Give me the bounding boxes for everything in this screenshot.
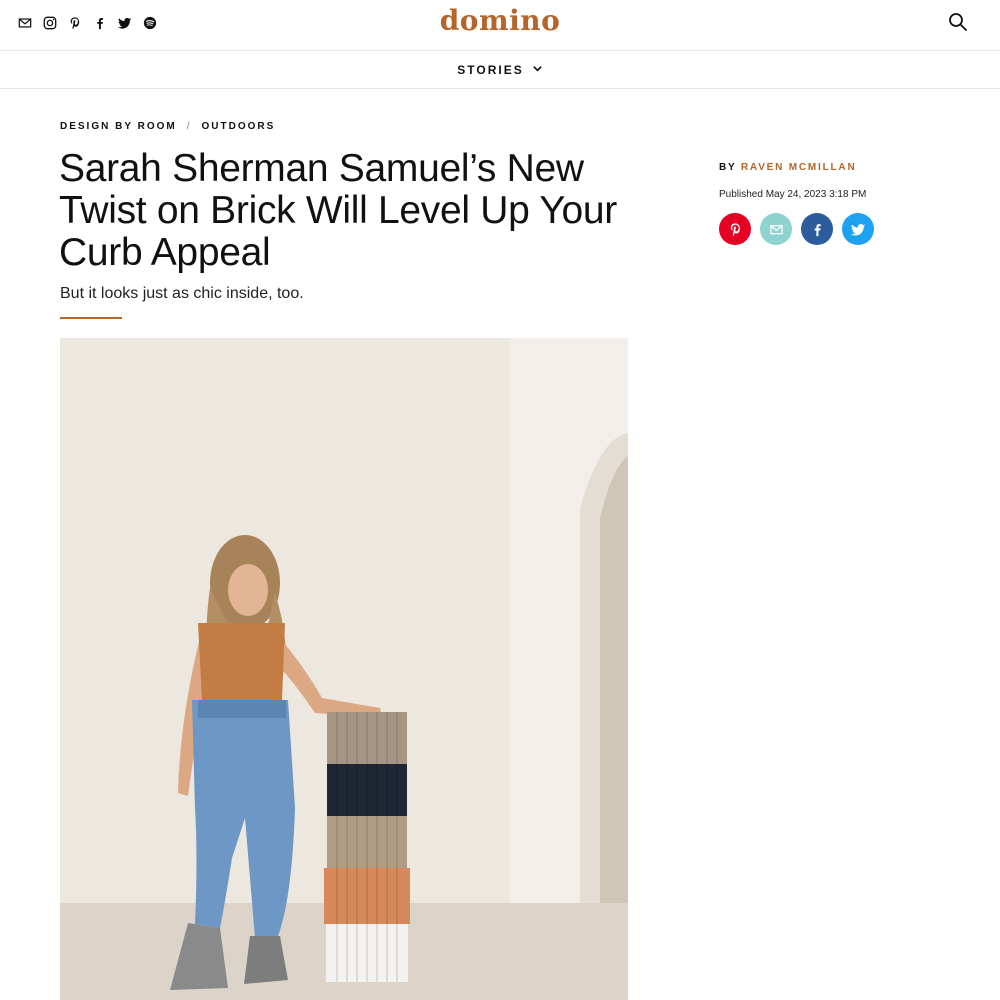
share-twitter-button[interactable]: [842, 213, 874, 245]
byline-prefix: BY: [719, 162, 737, 173]
chevron-down-icon: [532, 63, 543, 77]
share-facebook-button[interactable]: [801, 213, 833, 245]
article-subtitle: But it looks just as chic inside, too.: [60, 285, 304, 302]
pinterest-icon: [730, 222, 740, 236]
title-divider: [60, 317, 122, 319]
article-title: Sarah Sherman Samuel’s New Twist on Bric…: [59, 147, 617, 274]
breadcrumb-item-design-by-room[interactable]: DESIGN BY ROOM: [60, 121, 177, 132]
byline: BY RAVEN MCMILLAN: [719, 162, 856, 173]
twitter-icon: [850, 223, 865, 235]
facebook-icon: [814, 223, 821, 236]
stories-menu[interactable]: STORIES: [457, 63, 542, 77]
share-pinterest-button[interactable]: [719, 213, 751, 245]
share-buttons: [719, 213, 874, 245]
site-logo[interactable]: domino: [0, 4, 1000, 37]
mail-icon: [769, 224, 783, 234]
published-date: Published May 24, 2023 3:18 PM: [719, 189, 867, 200]
share-email-button[interactable]: [760, 213, 792, 245]
nav-bar: STORIES: [0, 51, 1000, 89]
author-link[interactable]: RAVEN MCMILLAN: [741, 162, 857, 173]
top-bar: domino: [0, 0, 1000, 51]
hero-image: [60, 338, 628, 1000]
stories-label: STORIES: [457, 62, 524, 77]
breadcrumb-item-outdoors[interactable]: OUTDOORS: [202, 121, 276, 132]
breadcrumb: DESIGN BY ROOM / OUTDOORS: [60, 121, 275, 132]
breadcrumb-separator: /: [186, 121, 192, 132]
search-icon[interactable]: [948, 12, 970, 34]
